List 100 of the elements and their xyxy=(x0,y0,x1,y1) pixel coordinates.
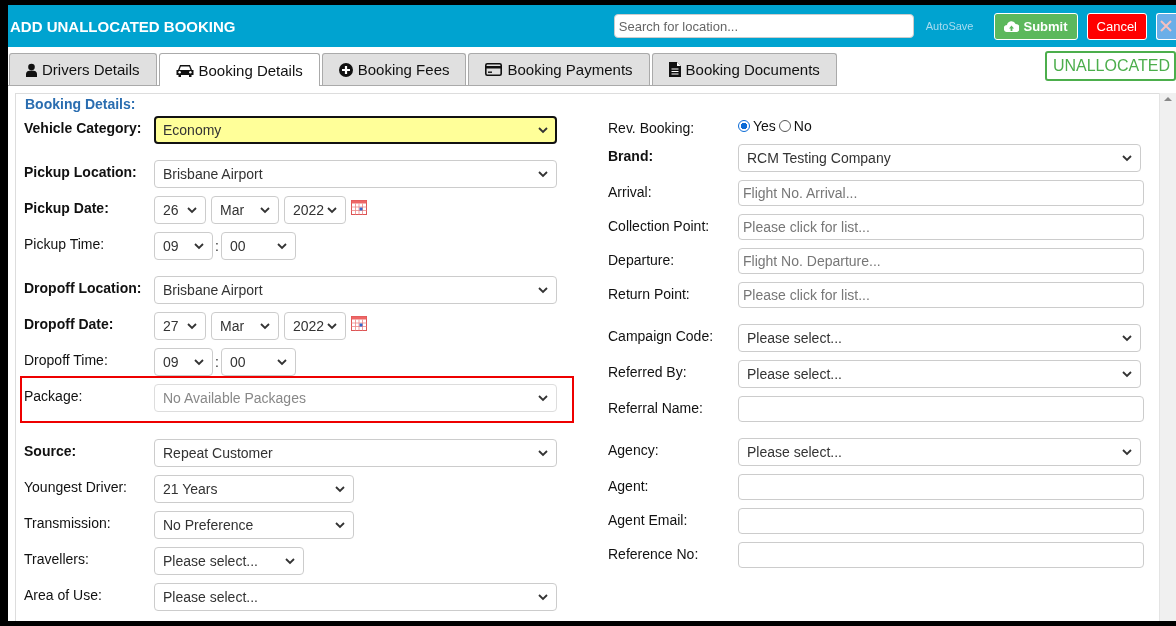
dropdown[interactable]: 21 Years xyxy=(154,475,354,503)
field-label: Vehicle Category: xyxy=(24,119,143,136)
field-label: Source: xyxy=(24,442,78,459)
field-label: Referral Name: xyxy=(608,399,704,416)
field-label: Pickup Time: xyxy=(24,235,106,252)
radio-label[interactable]: Yes xyxy=(753,118,776,134)
dropdown[interactable]: 2022 xyxy=(284,196,346,224)
dropdown[interactable]: Mar xyxy=(211,196,279,224)
field-label: Agency: xyxy=(608,441,660,458)
scroll-up-icon[interactable] xyxy=(1164,96,1172,102)
field-label: Youngest Driver: xyxy=(24,478,128,495)
dropdown[interactable]: 27 xyxy=(154,312,206,340)
field-label: Agent: xyxy=(608,477,650,494)
field-label: Reference No: xyxy=(608,545,700,562)
tab[interactable]: Booking Details xyxy=(158,53,320,86)
scrollbar[interactable] xyxy=(1159,93,1176,621)
field-label: Collection Point: xyxy=(608,217,711,234)
dropdown[interactable]: Please select... xyxy=(738,360,1141,388)
chevron-icon xyxy=(194,242,204,250)
dropdown[interactable]: Please select... xyxy=(738,438,1141,466)
dropdown[interactable]: No Preference xyxy=(154,511,354,539)
credit-card-icon xyxy=(485,63,503,76)
radio-label[interactable]: No xyxy=(793,118,812,134)
radio-button[interactable] xyxy=(778,120,791,132)
text-field[interactable] xyxy=(738,542,1144,568)
car-icon xyxy=(175,63,194,77)
cancel-button[interactable]: Cancel xyxy=(1086,12,1147,40)
text-field[interactable]: Please click for list... xyxy=(738,214,1144,240)
dropdown[interactable]: RCM Testing Company xyxy=(738,144,1141,172)
dropdown[interactable]: 09 xyxy=(154,348,213,376)
field-label: Referred By: xyxy=(608,363,688,380)
dropdown[interactable]: 09 xyxy=(154,232,213,260)
chevron-icon xyxy=(1122,154,1132,162)
time-separator: : xyxy=(215,238,219,254)
chevron-icon xyxy=(327,322,337,330)
dropdown[interactable]: Repeat Customer xyxy=(154,439,557,467)
field-label: Dropoff Date: xyxy=(24,315,115,332)
field-label: Area of Use: xyxy=(24,586,103,603)
chevron-icon xyxy=(1122,370,1132,378)
field-label: Agent Email: xyxy=(608,511,689,528)
dropdown[interactable]: 00 xyxy=(220,232,296,260)
field-label: Return Point: xyxy=(608,285,691,302)
field-label: Dropoff Location: xyxy=(24,279,143,296)
chevron-icon xyxy=(335,485,345,493)
chevron-icon xyxy=(260,206,270,214)
field-label: Dropoff Time: xyxy=(24,351,109,368)
field-label: Transmission: xyxy=(24,514,112,531)
chevron-icon xyxy=(538,593,548,601)
chevron-icon xyxy=(194,358,204,366)
text-field[interactable]: Flight No. Departure... xyxy=(738,248,1144,274)
chevron-icon xyxy=(1122,448,1132,456)
chevron-icon xyxy=(327,206,337,214)
dropdown[interactable]: Please select... xyxy=(154,583,557,611)
dropdown[interactable]: Economy xyxy=(154,116,557,144)
field-label: Travellers: xyxy=(24,550,90,567)
chevron-icon xyxy=(276,358,287,366)
radio-button[interactable] xyxy=(738,120,750,132)
field-label: Pickup Date: xyxy=(24,199,110,216)
chevron-icon xyxy=(187,206,197,214)
text-field[interactable] xyxy=(738,474,1144,500)
window-title: ADD UNALLOCATED BOOKING xyxy=(10,17,236,35)
text-field[interactable] xyxy=(738,396,1144,422)
dropdown[interactable]: Brisbane Airport xyxy=(154,276,557,304)
chevron-icon xyxy=(1122,334,1132,342)
field-label: Rev. Booking: xyxy=(608,119,696,136)
chevron-icon xyxy=(538,449,548,457)
tab[interactable]: Booking Payments xyxy=(468,53,650,85)
dropdown[interactable]: Mar xyxy=(211,312,279,340)
chevron-icon xyxy=(538,286,548,294)
chevron-icon xyxy=(187,322,197,330)
tab[interactable]: Booking Fees xyxy=(321,53,467,85)
field-label: Departure: xyxy=(608,251,676,268)
text-field[interactable]: Flight No. Arrival... xyxy=(738,180,1144,206)
dropdown[interactable]: Please select... xyxy=(738,324,1141,352)
dropdown[interactable]: Please select... xyxy=(154,547,304,575)
field-label: Pickup Location: xyxy=(24,163,138,180)
cloud-upload-icon xyxy=(1004,20,1020,32)
search-field[interactable]: Search for location... xyxy=(613,14,914,38)
tab[interactable]: Drivers Details xyxy=(9,53,157,85)
section-heading: Booking Details: xyxy=(25,96,137,112)
field-label: Brand: xyxy=(608,147,655,164)
dropdown[interactable]: Brisbane Airport xyxy=(154,160,557,188)
dropdown[interactable]: 26 xyxy=(154,196,206,224)
chevron-icon xyxy=(285,557,295,565)
chevron-icon xyxy=(335,521,345,529)
chevron-icon xyxy=(538,394,548,402)
chevron-icon xyxy=(260,322,270,330)
close-button[interactable] xyxy=(1156,12,1176,40)
person-icon xyxy=(26,62,37,77)
dropdown[interactable]: 2022 xyxy=(284,312,346,340)
field-label: Package: xyxy=(24,387,84,404)
tab[interactable]: Booking Documents xyxy=(651,53,837,85)
text-field[interactable] xyxy=(738,508,1144,534)
autosave-label: AutoSave xyxy=(925,20,974,32)
calendar-icon[interactable] xyxy=(351,315,367,331)
text-field[interactable]: Please click for list... xyxy=(738,282,1144,308)
dropdown[interactable]: 00 xyxy=(220,348,296,376)
calendar-icon[interactable] xyxy=(351,199,367,215)
field-label: Arrival: xyxy=(608,183,653,200)
plus-circle-icon xyxy=(338,62,353,77)
